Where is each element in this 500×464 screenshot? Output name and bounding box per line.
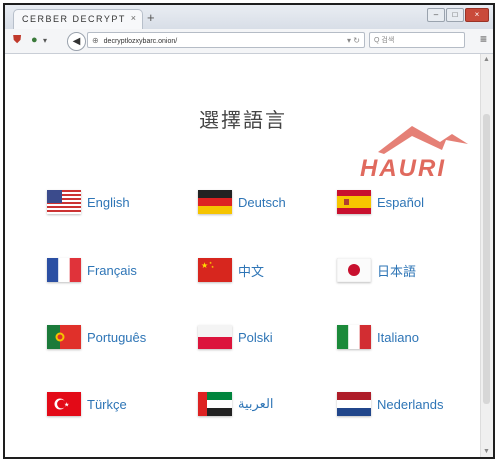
language-label: Nederlands <box>377 396 444 412</box>
language-option-arabic[interactable]: العربية <box>198 392 274 416</box>
language-option-portugues[interactable]: Português <box>47 325 146 349</box>
pl-flag-icon <box>198 325 232 349</box>
window-controls: ‒ □ × <box>426 8 489 22</box>
navigation-bar: ⛊ ● ▾ ◀ ⊕ decryptlozxybarc.onion/ ▾ ↻ Q … <box>5 29 493 54</box>
language-label: Español <box>377 194 424 210</box>
de-flag-icon <box>198 190 232 214</box>
close-window-button[interactable]: × <box>465 8 489 22</box>
back-button[interactable]: ◀ <box>67 32 86 51</box>
hauri-logo-watermark: HAURI <box>360 126 468 180</box>
it-flag-icon <box>337 325 371 349</box>
svg-text:★: ★ <box>201 261 208 270</box>
language-option-italiano[interactable]: Italiano <box>337 325 419 349</box>
reload-icon[interactable]: ▾ ↻ <box>347 33 360 47</box>
tab-bar: CERBER DECRYPT × + ‒ □ × <box>5 5 493 29</box>
search-input[interactable]: Q 검색 <box>369 32 465 48</box>
language-option-espanol[interactable]: Español <box>337 190 424 214</box>
address-bar[interactable]: ⊕ decryptlozxybarc.onion/ ▾ ↻ <box>87 32 365 48</box>
language-option-francais[interactable]: Français <box>47 258 137 282</box>
tab-close-icon[interactable]: × <box>131 13 136 23</box>
language-label: Français <box>87 262 137 278</box>
language-option-nederlands[interactable]: Nederlands <box>337 392 444 416</box>
onion-icon[interactable]: ● <box>31 34 38 46</box>
maximize-button[interactable]: □ <box>446 8 464 22</box>
language-option-japanese[interactable]: 日本語 <box>337 258 416 282</box>
svg-text:★: ★ <box>64 402 69 409</box>
pt-flag-icon <box>47 325 81 349</box>
us-flag-icon <box>47 190 81 214</box>
addon-shield-icon[interactable]: ⛊ <box>13 34 21 47</box>
nl-flag-icon <box>337 392 371 416</box>
svg-text:HAURI: HAURI <box>360 155 446 180</box>
language-label: Türkçe <box>87 396 127 412</box>
scroll-up-icon[interactable]: ▲ <box>483 56 490 63</box>
language-option-polski[interactable]: Polski <box>198 325 273 349</box>
cn-flag-icon: ★ ★ ★ <box>198 258 232 282</box>
browser-tab[interactable]: CERBER DECRYPT × <box>13 9 143 29</box>
language-option-chinese[interactable]: ★ ★ ★ 中文 <box>198 258 264 282</box>
language-label: Italiano <box>377 329 419 345</box>
chevron-down-icon[interactable]: ▾ <box>43 36 47 45</box>
language-label: العربية <box>238 396 274 411</box>
page-content: 選擇語言 HAURI English Deutsch Español Franç… <box>5 54 481 457</box>
language-option-turkce[interactable]: ★ Türkçe <box>47 392 127 416</box>
browser-window: CERBER DECRYPT × + ‒ □ × ⛊ ● ▾ ◀ ⊕ decry… <box>3 3 495 459</box>
new-tab-button[interactable]: + <box>147 10 155 25</box>
language-label: Polski <box>238 329 273 345</box>
scroll-thumb[interactable] <box>483 114 490 404</box>
minimize-button[interactable]: ‒ <box>427 8 445 22</box>
language-option-deutsch[interactable]: Deutsch <box>198 190 286 214</box>
menu-icon[interactable]: ≡ <box>480 32 487 46</box>
url-text: decryptlozxybarc.onion/ <box>103 38 178 45</box>
tr-flag-icon: ★ <box>47 392 81 416</box>
language-label: 日本語 <box>377 263 417 279</box>
tab-title: CERBER DECRYPT <box>22 14 126 24</box>
language-label: English <box>87 194 130 210</box>
ae-flag-icon <box>198 392 232 416</box>
jp-flag-icon <box>337 258 371 282</box>
language-label: Deutsch <box>238 194 286 210</box>
language-label: Português <box>87 329 147 345</box>
fr-flag-icon <box>47 258 81 282</box>
es-flag-icon <box>337 190 371 214</box>
language-label: 中文 <box>238 263 265 279</box>
vertical-scrollbar[interactable]: ▲ ▼ <box>480 54 493 457</box>
scroll-down-icon[interactable]: ▼ <box>483 448 490 455</box>
language-option-english[interactable]: English <box>47 190 130 214</box>
globe-icon: ⊕ <box>92 36 99 45</box>
